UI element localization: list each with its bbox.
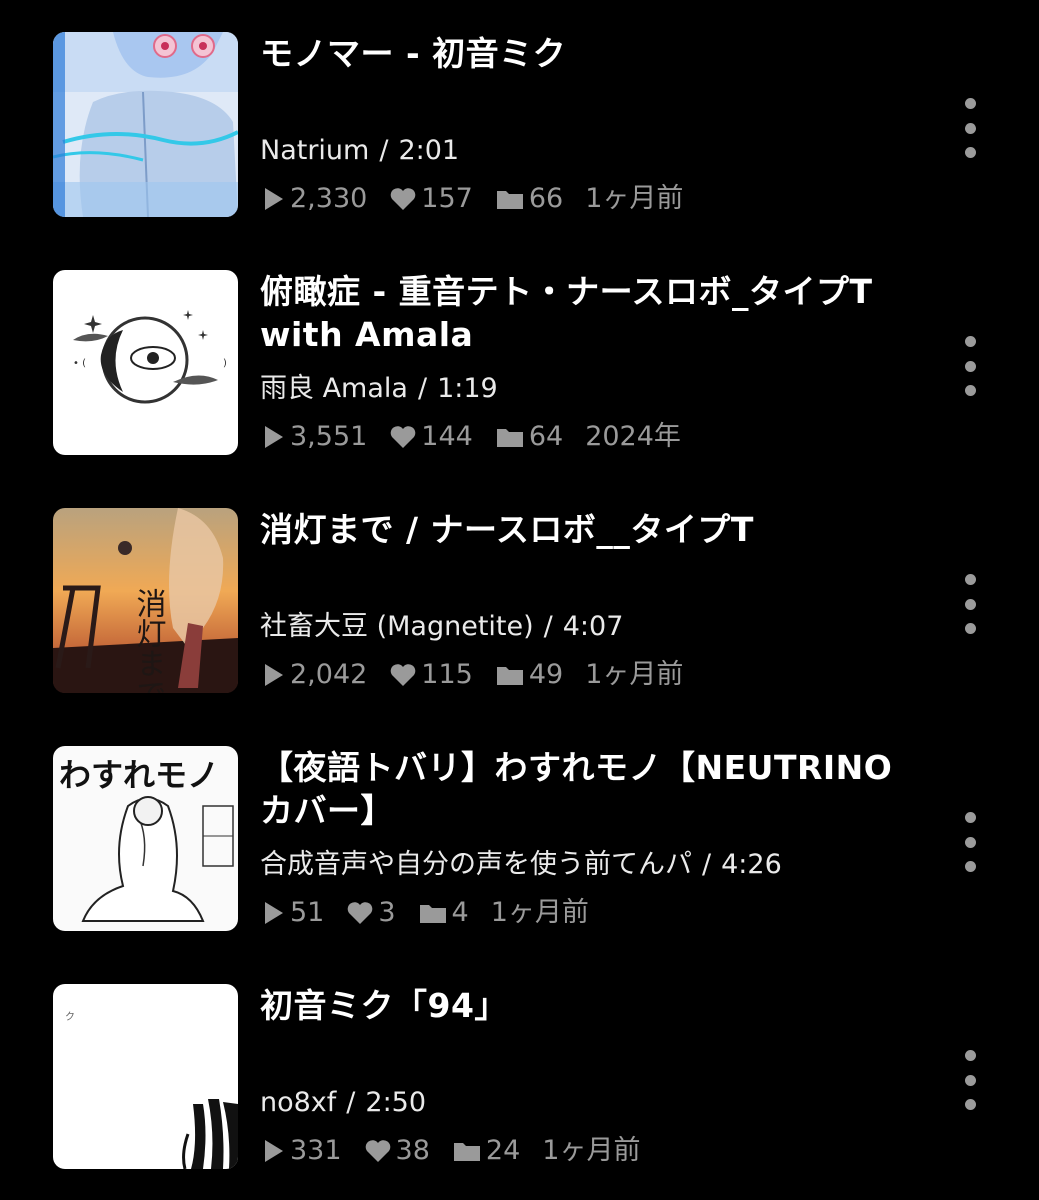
heart-icon: [390, 426, 416, 448]
duration: 4:07: [562, 611, 624, 642]
meta-separator: /: [346, 1087, 356, 1118]
artist-name[interactable]: Natrium: [260, 135, 369, 166]
video-thumbnail[interactable]: 消灯まで: [53, 508, 238, 693]
posted-age: 1ヶ月前: [490, 897, 589, 928]
meta-separator: /: [417, 373, 428, 404]
posted-age: 1ヶ月前: [585, 659, 684, 690]
thumbnail-image: [53, 32, 238, 217]
more-vertical-icon: [964, 574, 976, 585]
list-item[interactable]: モノマー - 初音ミク Natrium / 2:01 2,330 157 66 1ヶ…: [0, 32, 1039, 222]
svg-text:): ): [223, 358, 227, 369]
thumbnail-text: わすれモノ: [59, 756, 219, 794]
play-count: 331: [260, 1134, 342, 1168]
posted-age: 1ヶ月前: [542, 1135, 641, 1166]
video-stats: 2,330 157 66 1ヶ月前: [260, 182, 705, 216]
more-vertical-icon: [964, 1050, 976, 1061]
play-icon: [265, 1140, 283, 1162]
meta-separator: /: [702, 849, 712, 880]
meta-separator: /: [379, 135, 389, 166]
folder-icon: [496, 667, 523, 685]
artist-name[interactable]: 社畜大豆 (Magnetite): [260, 611, 534, 642]
more-options-button[interactable]: [955, 336, 985, 396]
like-count: 144: [389, 420, 473, 454]
thumbnail-image: • ( ): [53, 270, 238, 455]
video-title[interactable]: 俯瞰症 - 重音テト・ナースロボ_タイプT with Amala: [260, 270, 920, 356]
duration: 2:01: [398, 135, 460, 166]
thumbnail-image: 消灯まで: [53, 508, 238, 693]
video-thumbnail[interactable]: • ( ): [53, 270, 238, 455]
play-icon: [265, 188, 283, 210]
mylist-count: 49: [495, 658, 563, 692]
heart-icon: [348, 902, 373, 924]
video-meta: 雨良 Amala / 1:19: [260, 372, 498, 406]
play-count: 2,330: [260, 182, 367, 216]
video-title[interactable]: 消灯まで / ナースロボ__タイプT: [260, 508, 920, 551]
mylist-count: 64: [495, 420, 563, 454]
video-stats: 51 3 4 1ヶ月前: [260, 896, 611, 930]
more-vertical-icon: [964, 336, 976, 347]
play-count: 2,042: [260, 658, 367, 692]
play-icon: [265, 426, 283, 448]
list-item[interactable]: • ( ) 俯瞰症 - 重音テト・ナースロボ_タイプT with Amala 雨…: [0, 270, 1039, 460]
thumbnail-image: わすれモノ: [53, 746, 238, 931]
mylist-count: 4: [418, 896, 469, 930]
more-options-button[interactable]: [955, 574, 985, 634]
artist-name[interactable]: 雨良 Amala: [260, 373, 408, 404]
folder-icon: [496, 429, 523, 447]
artist-name[interactable]: 合成音声や自分の声を使う前てんパ: [260, 849, 692, 880]
like-count: 38: [364, 1134, 430, 1168]
play-icon: [265, 664, 283, 686]
video-meta: 合成音声や自分の声を使う前てんパ / 4:26: [260, 848, 782, 882]
video-meta: no8xf / 2:50: [260, 1086, 426, 1120]
video-title[interactable]: 【夜語トバリ】わすれモノ【NEUTRINO カバー】: [260, 746, 920, 832]
heart-icon: [390, 664, 416, 686]
video-stats: 331 38 24 1ヶ月前: [260, 1134, 662, 1168]
posted-age: 2024年: [585, 421, 681, 452]
artist-name[interactable]: no8xf: [260, 1087, 336, 1118]
svg-text:ク: ク: [65, 1011, 75, 1023]
video-thumbnail[interactable]: わすれモノ: [53, 746, 238, 931]
thumbnail-image: ク: [53, 984, 238, 1169]
list-item[interactable]: ク 初音ミク「94」 no8xf / 2:50 331 38 24 1ヶ月前: [0, 984, 1039, 1174]
posted-age: 1ヶ月前: [585, 183, 684, 214]
video-meta: Natrium / 2:01: [260, 134, 459, 168]
list-item[interactable]: 消灯まで 消灯まで / ナースロボ__タイプT 社畜大豆 (Magnetite)…: [0, 508, 1039, 698]
heart-icon: [365, 1140, 390, 1162]
heart-icon: [390, 188, 416, 210]
folder-icon: [453, 1143, 480, 1161]
more-options-button[interactable]: [955, 98, 985, 158]
folder-icon: [496, 191, 523, 209]
video-title[interactable]: モノマー - 初音ミク: [260, 32, 920, 75]
more-vertical-icon: [964, 812, 976, 823]
thumbnail-text: 消灯まで: [131, 588, 166, 693]
list-item[interactable]: わすれモノ 【夜語トバリ】わすれモノ【NEUTRINO カバー】 合成音声や自分…: [0, 746, 1039, 936]
mylist-count: 24: [452, 1134, 520, 1168]
play-count: 3,551: [260, 420, 367, 454]
like-count: 3: [346, 896, 396, 930]
video-title[interactable]: 初音ミク「94」: [260, 984, 920, 1027]
meta-separator: /: [543, 611, 553, 642]
like-count: 115: [389, 658, 473, 692]
play-icon: [265, 902, 283, 924]
play-count: 51: [260, 896, 324, 930]
video-stats: 2,042 115 49 1ヶ月前: [260, 658, 705, 692]
svg-text:• (: • (: [73, 358, 86, 369]
duration: 4:26: [721, 849, 782, 880]
duration: 2:50: [365, 1087, 427, 1118]
folder-icon: [419, 905, 446, 923]
more-options-button[interactable]: [955, 1050, 985, 1110]
video-thumbnail[interactable]: ク: [53, 984, 238, 1169]
more-vertical-icon: [964, 98, 976, 109]
mylist-count: 66: [495, 182, 563, 216]
video-thumbnail[interactable]: [53, 32, 238, 217]
duration: 1:19: [437, 373, 498, 404]
like-count: 157: [389, 182, 473, 216]
video-stats: 3,551 144 64 2024年: [260, 420, 703, 454]
video-meta: 社畜大豆 (Magnetite) / 4:07: [260, 610, 623, 644]
more-options-button[interactable]: [955, 812, 985, 872]
